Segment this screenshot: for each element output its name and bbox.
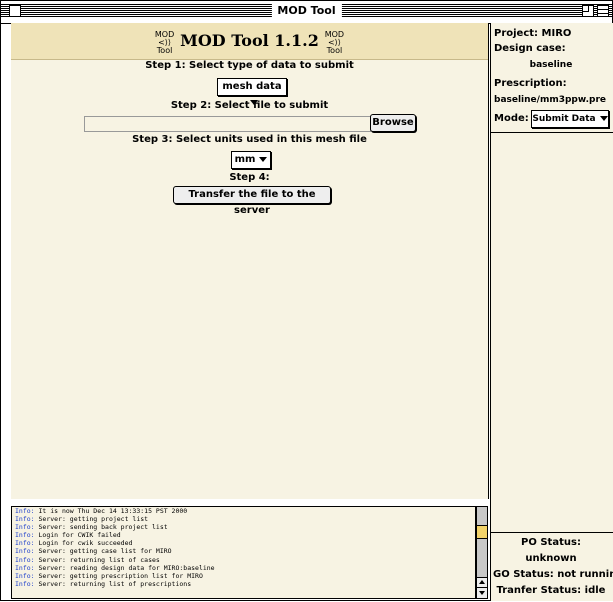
mode-select[interactable]: Submit Data xyxy=(531,110,609,128)
log-line: Info: Server: getting case list for MIRO xyxy=(12,547,475,555)
log-tag: Info: xyxy=(15,579,35,588)
prescription-label: Prescription: xyxy=(494,78,567,89)
log-text: It is now Thu Dec 14 13:33:15 PST 2000 xyxy=(38,507,188,515)
log-text: Server: getting prescription list for MI… xyxy=(38,571,203,580)
transfer-button[interactable]: Transfer the file to the server xyxy=(173,186,331,216)
log-line: Info: Server: reading design data for MI… xyxy=(12,564,475,572)
po-status-label: PO Status: xyxy=(521,537,581,548)
log-text: Server: returning list of prescriptions xyxy=(38,579,192,588)
mod-logo-icon: MOD <⟩⟩ Tool xyxy=(154,30,175,55)
browse-button[interactable]: Browse xyxy=(370,114,416,132)
log-tag: Info: xyxy=(15,563,35,572)
log-tag: Info: xyxy=(15,523,35,532)
app-title: MOD Tool 1.1.2 xyxy=(180,31,319,50)
project-label: Project: MIRO xyxy=(494,28,572,39)
log-line: Info: Server: returning list of cases xyxy=(12,556,475,564)
log-line: Info: Server: getting project list xyxy=(12,515,475,523)
window-title: MOD Tool xyxy=(271,3,342,19)
log-tag: Info: xyxy=(15,571,35,580)
log-line: Info: Login for cwik succeeded xyxy=(12,539,475,547)
scroll-down-icon[interactable] xyxy=(477,587,487,598)
log-tag: Info: xyxy=(15,515,35,524)
log-tag: Info: xyxy=(15,547,35,556)
log-tag: Info: xyxy=(15,531,35,540)
design-case-value: baseline xyxy=(529,60,573,70)
po-status-value: unknown xyxy=(525,553,577,564)
log-line: Info: Server: getting prescription list … xyxy=(12,572,475,580)
data-type-select[interactable]: mesh data xyxy=(217,78,287,105)
header-title-row: MOD <⟩⟩ Tool MOD Tool 1.1.2 MOD <⟩⟩ Tool xyxy=(11,31,488,55)
log-text: Login for cwik succeeded xyxy=(38,539,133,548)
log-scrollbar[interactable] xyxy=(476,506,488,599)
step1-label: Step 1: Select type of data to submit xyxy=(145,60,354,71)
close-box-icon[interactable] xyxy=(9,5,21,17)
log-text: Server: returning list of cases xyxy=(38,555,160,564)
chevron-down-icon xyxy=(599,116,608,121)
step4-label: Step 4: xyxy=(229,172,270,183)
log-tag: Info: xyxy=(15,555,35,564)
log-text: Server: sending back project list xyxy=(38,523,168,532)
scroll-thumb[interactable] xyxy=(477,525,487,539)
log-text: Server: getting case list for MIRO xyxy=(38,547,172,556)
log-line: Info: Server: sending back project list xyxy=(12,523,475,531)
collapse-box-icon[interactable] xyxy=(597,5,609,17)
app-header: MOD <⟩⟩ Tool MOD Tool 1.1.2 MOD <⟩⟩ Tool xyxy=(11,23,488,60)
log-line: Info: It is now Thu Dec 14 13:33:15 PST … xyxy=(12,507,475,515)
chevron-down-icon xyxy=(259,156,268,162)
mod-logo-icon: MOD <⟩⟩ Tool xyxy=(324,30,345,55)
status-sidebar: Project: MIRO Design case: baseline Pres… xyxy=(490,23,613,601)
file-path-input[interactable] xyxy=(84,116,371,132)
log-line: Info: Login for CWIK failed xyxy=(12,531,475,539)
step2-label: Step 2: Select file to submit xyxy=(170,100,329,111)
log-text: Server: getting project list xyxy=(38,515,149,524)
design-case-label: Design case: xyxy=(494,43,566,54)
log-text: Login for CWIK failed xyxy=(38,531,121,540)
go-status: GO Status: not running xyxy=(493,569,613,580)
log-line: Info: Server: returning list of prescrip… xyxy=(12,580,475,588)
log-text: Server: reading design data for MIRO:bas… xyxy=(38,563,215,572)
project-info: Project: MIRO Design case: baseline Pres… xyxy=(491,23,613,133)
app-window: MOD Tool MOD <⟩⟩ Tool MOD Tool 1.1.2 MOD <⟩… xyxy=(0,0,613,601)
units-select[interactable]: mm xyxy=(231,151,271,169)
prescription-value: baseline/mm3ppw.pre xyxy=(494,95,606,105)
log-tag: Info: xyxy=(15,507,35,515)
status-panel: PO Status: unknown GO Status: not runnin… xyxy=(491,532,613,602)
transfer-status: Tranfer Status: idle xyxy=(496,585,606,596)
title-bar[interactable]: MOD Tool xyxy=(1,1,612,24)
step3-label: Step 3: Select units used in this mesh f… xyxy=(132,134,367,145)
log-tag: Info: xyxy=(15,539,35,548)
main-panel: MOD <⟩⟩ Tool MOD Tool 1.1.2 MOD <⟩⟩ Tool Ste… xyxy=(11,23,489,499)
mode-label: Mode: xyxy=(494,113,529,124)
message-log[interactable]: Info: It is now Thu Dec 14 13:33:15 PST … xyxy=(11,506,476,599)
zoom-box-icon[interactable] xyxy=(582,5,594,17)
